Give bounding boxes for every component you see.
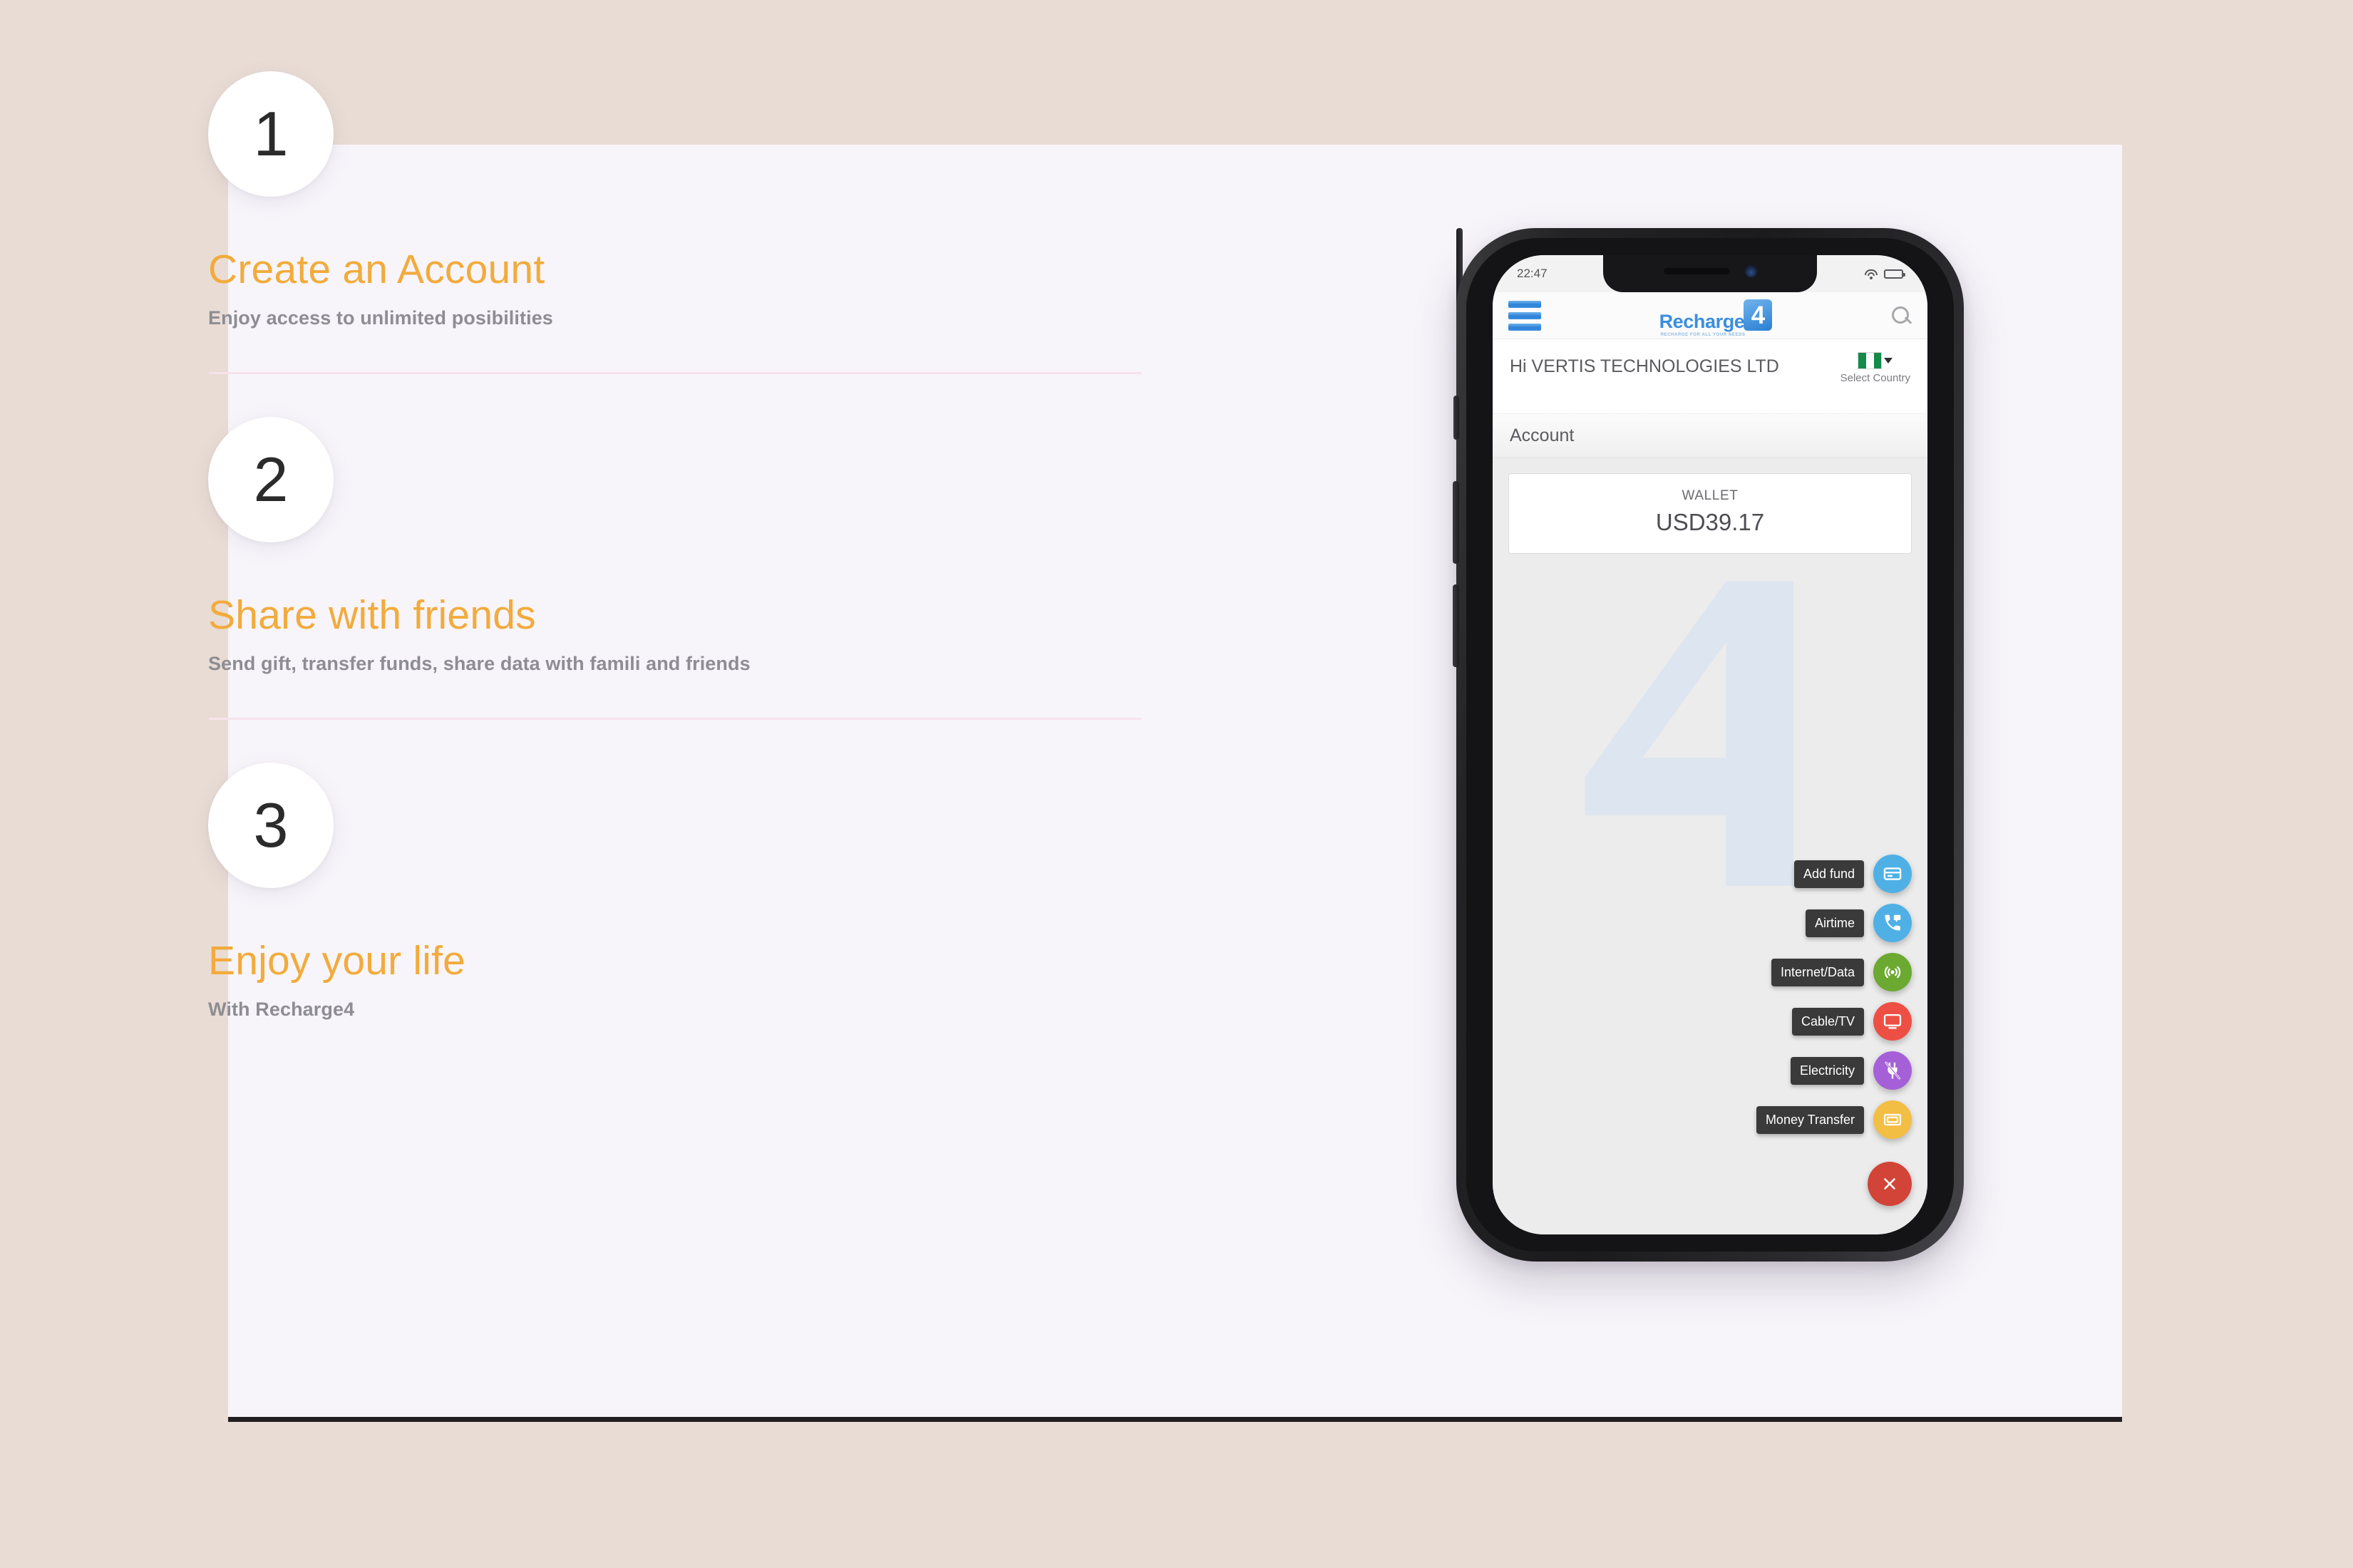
fab-item-internet-data[interactable]: Internet/Data	[1771, 953, 1912, 991]
search-icon[interactable]	[1890, 305, 1912, 326]
earpiece-speaker-icon	[1663, 267, 1729, 274]
fab-item-electricity[interactable]: Electricity	[1790, 1051, 1912, 1090]
fab-label-money-transfer: Money Transfer	[1756, 1105, 1864, 1134]
credit-card-icon[interactable]	[1873, 855, 1912, 893]
greeting-row: Hi VERTIS TECHNOLOGIES LTD Select Countr…	[1493, 339, 1927, 413]
logo-four-mark: 4	[1744, 299, 1773, 331]
wallet-card: WALLET USD39.17	[1508, 473, 1912, 554]
broadcast-icon[interactable]	[1873, 953, 1912, 991]
step-title-1: Create an Account	[208, 247, 545, 292]
phone-volume-up-button[interactable]	[1453, 481, 1459, 564]
phone-silence-switch[interactable]	[1453, 396, 1459, 440]
step-number-badge-3: 3	[208, 762, 334, 888]
wifi-icon	[1864, 269, 1878, 279]
country-flag-row	[1858, 352, 1893, 369]
hamburger-menu-icon[interactable]	[1508, 300, 1541, 331]
phone-screen: 22:47 Recharge RECHARGE FOR ALL YOUR NEE…	[1493, 255, 1927, 1234]
fab-item-add-fund[interactable]: Add fund	[1793, 855, 1912, 893]
phone-mockup: 22:47 Recharge RECHARGE FOR ALL YOUR NEE…	[1453, 228, 1964, 1262]
step-title-3: Enjoy your life	[208, 937, 466, 984]
phone-volume-down-button[interactable]	[1453, 584, 1459, 667]
money-bill-icon[interactable]	[1873, 1100, 1912, 1139]
recharge4-logo: Recharge RECHARGE FOR ALL YOUR NEEDS 4	[1659, 299, 1773, 338]
fab-label-cable-tv: Cable/TV	[1791, 1007, 1864, 1036]
account-section-title: Account	[1510, 425, 1575, 445]
app-bar: Recharge RECHARGE FOR ALL YOUR NEEDS 4	[1493, 292, 1927, 339]
fab-item-airtime[interactable]: Airtime	[1805, 904, 1912, 942]
nigeria-flag-icon	[1858, 352, 1883, 369]
plug-off-icon[interactable]	[1873, 1051, 1912, 1090]
status-bar-time: 22:47	[1517, 267, 1548, 280]
step-divider-1	[209, 371, 1141, 374]
step-description-1: Enjoy access to unlimited posibilities	[208, 306, 553, 329]
step-item-3: 3 Enjoy your life With Recharge4	[208, 762, 1178, 1021]
chevron-down-icon	[1884, 358, 1893, 363]
step-description-2: Send gift, transfer funds, share data wi…	[208, 652, 751, 674]
fab-label-internet-data: Internet/Data	[1771, 958, 1864, 986]
fab-item-money-transfer[interactable]: Money Transfer	[1756, 1100, 1912, 1139]
logo-tagline: RECHARGE FOR ALL YOUR NEEDS	[1660, 333, 1746, 337]
logo-wordmark: Recharge RECHARGE FOR ALL YOUR NEEDS	[1659, 311, 1746, 338]
wallet-label: WALLET	[1682, 488, 1739, 503]
phone-notch	[1603, 255, 1817, 292]
account-section-header: Account	[1493, 413, 1927, 458]
step-description-3: With Recharge4	[208, 998, 355, 1020]
close-icon[interactable]	[1868, 1162, 1912, 1206]
step-number-2: 2	[253, 443, 289, 515]
country-selector[interactable]: Select Country	[1840, 352, 1910, 384]
screen-body: WALLET USD39.17 Add fund Airtime Interne…	[1493, 458, 1927, 1234]
fab-label-electricity: Electricity	[1790, 1056, 1864, 1085]
step-number-1: 1	[253, 98, 289, 169]
fab-label-airtime: Airtime	[1805, 909, 1864, 937]
step-divider-2	[209, 717, 1141, 720]
fab-label-add-fund: Add fund	[1793, 860, 1864, 888]
fab-speed-dial-menu: Add fund Airtime Internet/Data Cable/TV …	[1756, 855, 1912, 1206]
battery-icon	[1884, 269, 1905, 279]
recharge4-logo-watermark	[1530, 572, 1865, 892]
front-camera-icon	[1744, 264, 1757, 277]
country-selector-label: Select Country	[1840, 372, 1910, 384]
monitor-tv-icon[interactable]	[1873, 1002, 1912, 1041]
wallet-amount: USD39.17	[1655, 509, 1765, 535]
step-number-badge-2: 2	[208, 416, 334, 542]
step-item-1: 1 Create an Account Enjoy access to unli…	[208, 71, 1178, 374]
step-title-2: Share with friends	[208, 592, 536, 638]
phone-call-icon[interactable]	[1873, 904, 1912, 942]
step-number-badge-1: 1	[208, 71, 334, 197]
steps-list: 1 Create an Account Enjoy access to unli…	[208, 71, 1178, 1021]
screenshot-stage: 1 Create an Account Enjoy access to unli…	[0, 0, 2353, 1568]
step-number-3: 3	[253, 789, 289, 860]
fab-item-cable-tv[interactable]: Cable/TV	[1791, 1002, 1912, 1041]
status-bar-indicators	[1864, 269, 1905, 279]
fab-close-row[interactable]	[1868, 1150, 1912, 1206]
step-item-2: 2 Share with friends Send gift, transfer…	[208, 416, 1178, 720]
greeting-text: Hi VERTIS TECHNOLOGIES LTD	[1510, 356, 1779, 376]
